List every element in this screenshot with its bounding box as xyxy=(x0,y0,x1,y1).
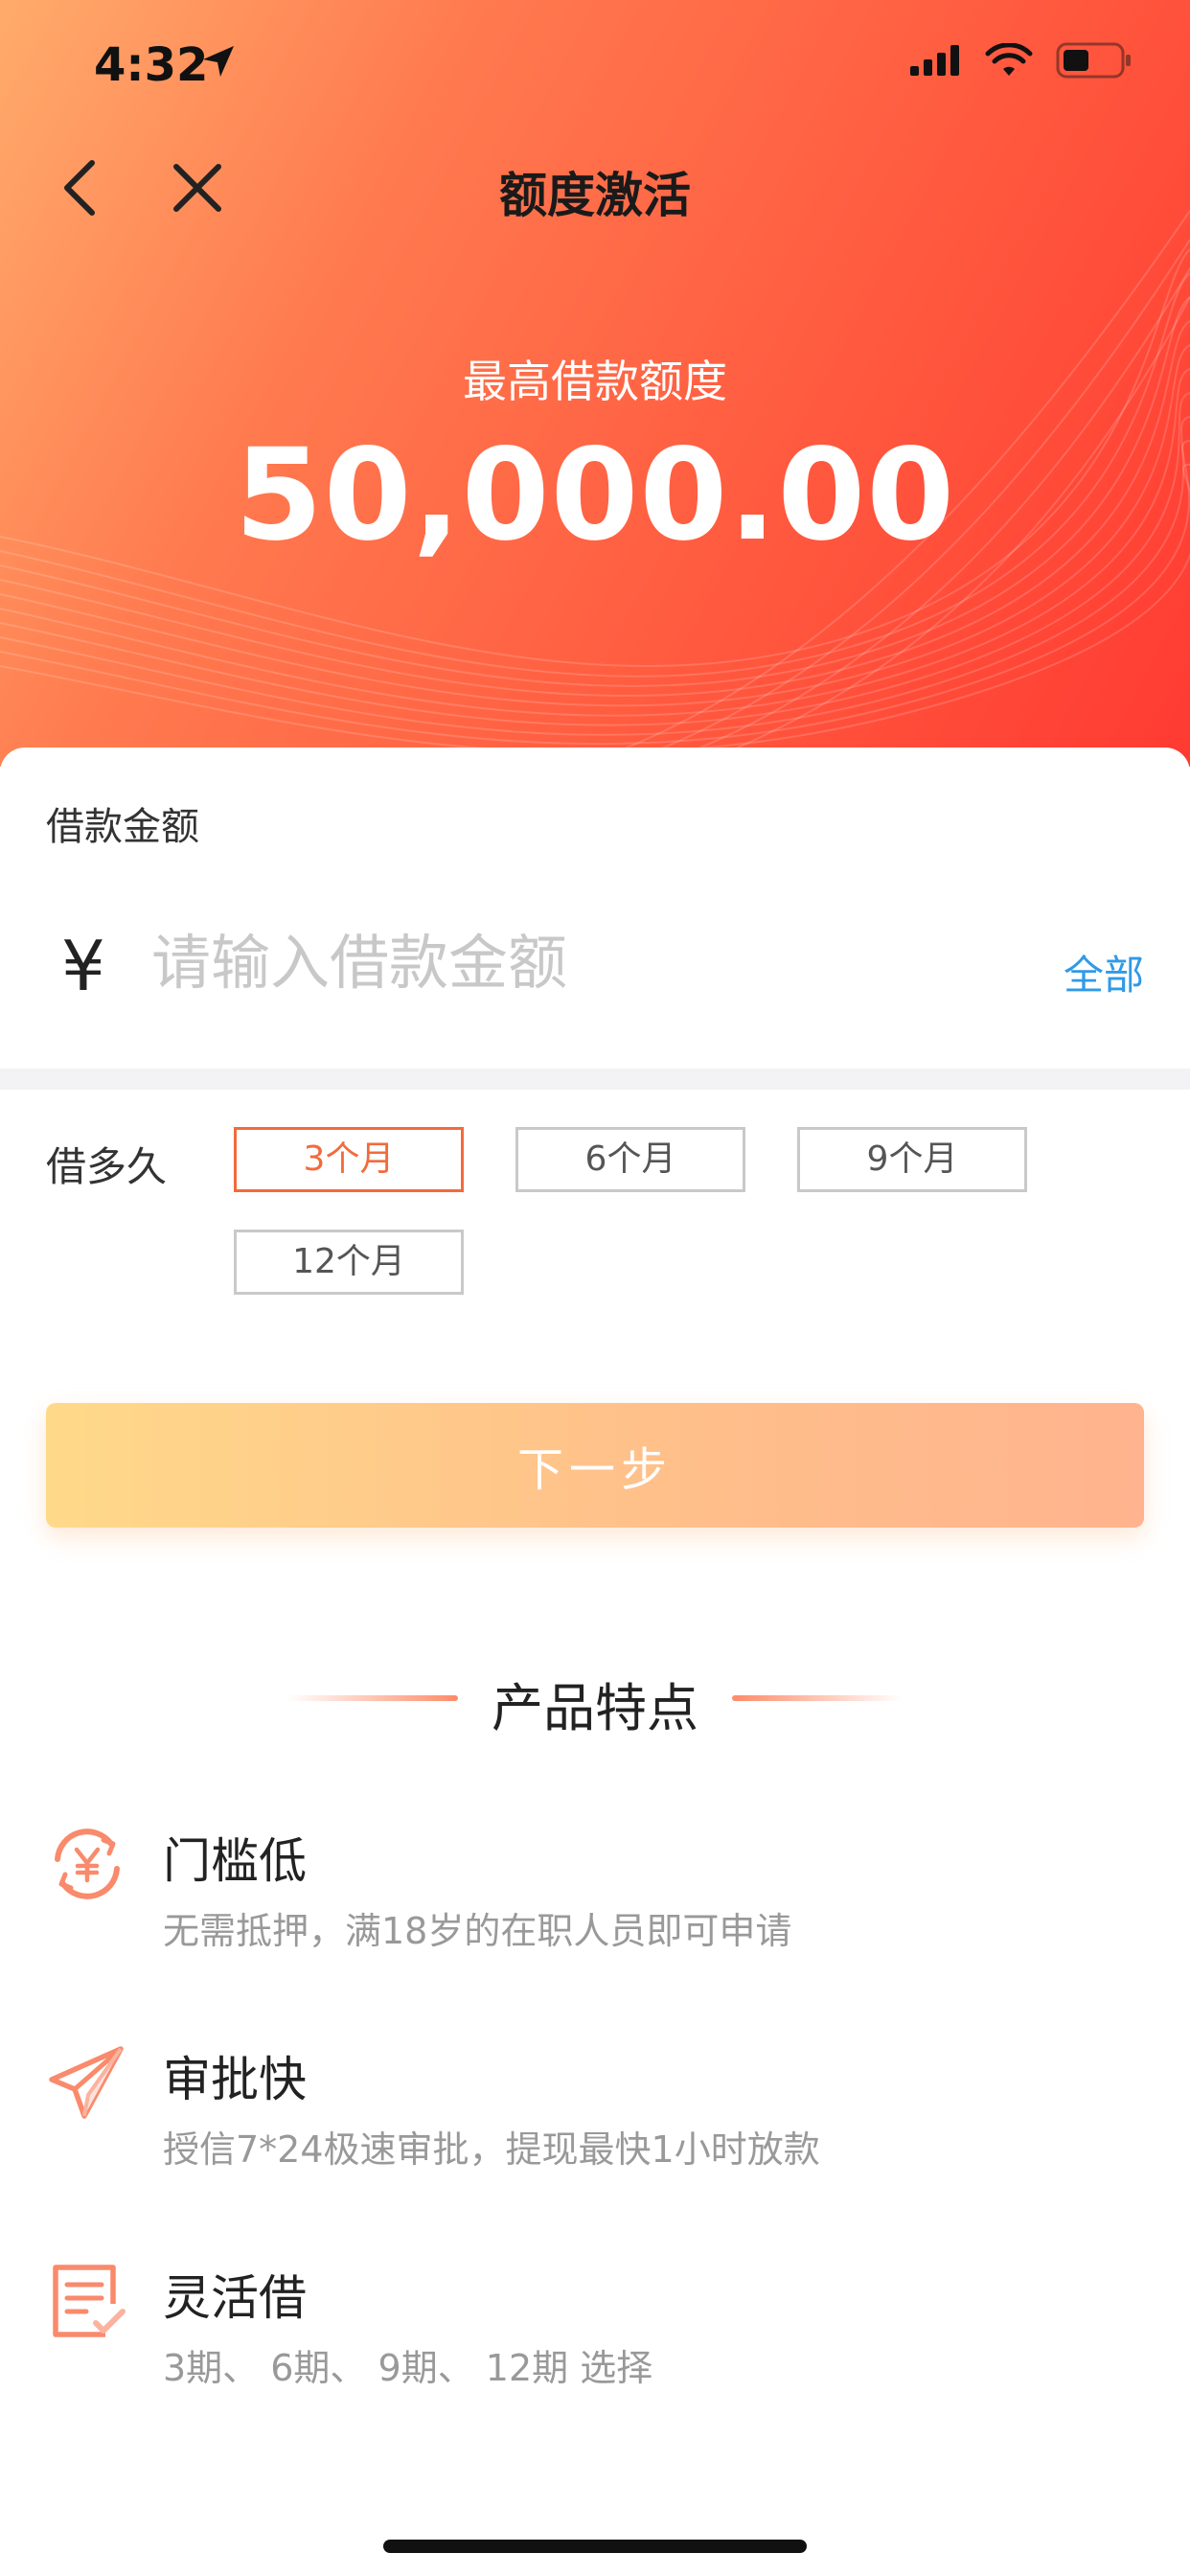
feature-item-low-threshold: 门槛低 无需抵押，满18岁的在职人员即可申请 xyxy=(46,1823,1148,1976)
max-limit-amount: 50,000.00 xyxy=(234,422,956,569)
feature-item-fast-approval: 审批快 授信7*24极速审批，提现最快1小时放款 xyxy=(46,2041,1148,2195)
feature-title: 门槛低 xyxy=(163,1833,307,1889)
checklist-icon xyxy=(53,2265,126,2337)
feature-desc: 无需抵押，满18岁的在职人员即可申请 xyxy=(163,1910,792,1952)
paper-plane-icon xyxy=(49,2046,124,2119)
location-arrow-icon xyxy=(203,46,234,77)
term-option-12-months[interactable]: 12个月 xyxy=(234,1230,464,1295)
yen-cycle-icon xyxy=(55,1828,120,1899)
next-step-button[interactable]: 下一步 xyxy=(46,1403,1144,1528)
feature-desc: 3期、 6期、 9期、 12期 选择 xyxy=(163,2347,653,2389)
battery-icon xyxy=(1056,42,1131,79)
term-option-3-months[interactable]: 3个月 xyxy=(234,1127,464,1192)
title-decoration-right xyxy=(732,1695,903,1701)
wifi-icon xyxy=(985,43,1033,76)
all-amount-link[interactable]: 全部 xyxy=(1064,943,1144,1001)
term-label: 借多久 xyxy=(46,1143,168,1190)
term-option-9-months[interactable]: 9个月 xyxy=(797,1127,1027,1192)
loan-form-card: 借款金额 ¥ 全部 借多久 3个月 6个月 9个月 12个月 下一步 产品特点 … xyxy=(0,748,1190,2576)
home-indicator[interactable] xyxy=(383,2540,807,2553)
signal-icon xyxy=(910,45,959,76)
hero-banner: 4:32 额度激活 最高借款额度 50,000.00 xyxy=(0,0,1190,767)
feature-title: 灵活借 xyxy=(163,2270,307,2326)
status-indicators xyxy=(910,42,1133,79)
feature-item-flexible-borrowing: 灵活借 3期、 6期、 9期、 12期 选择 xyxy=(46,2260,1148,2413)
loan-amount-input[interactable] xyxy=(151,916,918,1008)
feature-desc: 授信7*24极速审批，提现最快1小时放款 xyxy=(163,2128,820,2171)
status-time: 4:32 xyxy=(94,38,209,92)
feature-title: 审批快 xyxy=(163,2052,307,2107)
features-title: 产品特点 xyxy=(492,1678,698,1738)
loan-amount-label: 借款金额 xyxy=(46,805,199,849)
section-divider xyxy=(0,1069,1190,1090)
term-option-6-months[interactable]: 6个月 xyxy=(515,1127,745,1192)
page-title: 额度激活 xyxy=(499,168,691,223)
max-limit-label: 最高借款额度 xyxy=(463,356,727,407)
currency-symbol: ¥ xyxy=(61,926,105,1006)
